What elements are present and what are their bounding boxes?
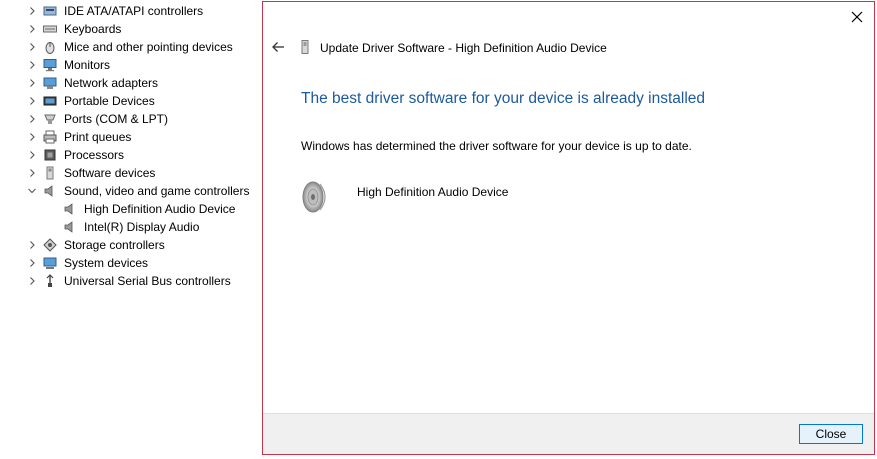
tree-item-label: Storage controllers (64, 238, 165, 252)
audio-device-speaker-icon (302, 181, 326, 213)
chevron-right-icon[interactable] (26, 56, 38, 74)
tree-item-label: Network adapters (64, 76, 159, 90)
tree-item-label: Keyboards (64, 22, 122, 36)
speaker-icon (64, 221, 73, 233)
tree-item-label: System devices (64, 256, 149, 270)
tree-category-item[interactable]: Universal Serial Bus controllers (0, 272, 262, 290)
network-adapter-icon (43, 77, 57, 89)
usb-icon (46, 274, 54, 287)
mouse-icon (45, 42, 55, 54)
monitor-icon (43, 59, 57, 72)
tree-item-label: IDE ATA/ATAPI controllers (64, 4, 204, 18)
tree-item-label: Monitors (64, 58, 111, 72)
speaker-icon (44, 185, 53, 197)
back-arrow-icon[interactable] (271, 40, 285, 54)
tree-category-item[interactable]: Keyboards (0, 20, 262, 38)
speaker-icon (64, 203, 73, 215)
device-name: High Definition Audio Device (357, 185, 509, 199)
close-icon[interactable] (850, 10, 864, 24)
chevron-right-icon[interactable] (26, 74, 38, 92)
system-device-icon (43, 257, 57, 269)
processor-icon (44, 149, 56, 161)
chevron-right-icon[interactable] (26, 2, 38, 20)
update-driver-dialog: Update Driver Software - High Definition… (262, 1, 875, 455)
tree-category-item[interactable]: Ports (COM & LPT) (0, 110, 262, 128)
tree-category-item[interactable]: IDE ATA/ATAPI controllers (0, 2, 262, 20)
tree-child-item[interactable]: High Definition Audio Device (0, 200, 262, 218)
device-tree: IDE ATA/ATAPI controllers Keyboards Mice a… (0, 2, 262, 290)
dialog-title: Update Driver Software - High Definition… (320, 41, 607, 55)
tree-category-item[interactable]: Print queues (0, 128, 262, 146)
chevron-right-icon[interactable] (26, 146, 38, 164)
tree-item-label: Portable Devices (64, 94, 155, 108)
chevron-right-icon[interactable] (26, 254, 38, 272)
tree-item-label: Sound, video and game controllers (64, 184, 250, 198)
chevron-down-icon[interactable] (26, 182, 38, 200)
tree-child-item[interactable]: Intel(R) Display Audio (0, 218, 262, 236)
device-tree-rows: IDE ATA/ATAPI controllers Keyboards Mice a… (0, 2, 262, 290)
tree-item-label: Print queues (64, 130, 132, 144)
tree-item-label: High Definition Audio Device (84, 202, 236, 216)
dialog-footer: Close (263, 413, 874, 454)
tree-item-label: Intel(R) Display Audio (84, 220, 200, 234)
result-headline: The best driver software for your device… (301, 90, 706, 107)
chevron-right-icon[interactable] (26, 236, 38, 254)
tree-category-item[interactable]: Software devices (0, 164, 262, 182)
tree-category-item[interactable]: Sound, video and game controllers (0, 182, 262, 200)
device-manager-icon (301, 40, 309, 54)
tree-item-label: Processors (64, 148, 125, 162)
chevron-right-icon[interactable] (26, 128, 38, 146)
tree-category-item[interactable]: Network adapters (0, 74, 262, 92)
tree-item-label: Universal Serial Bus controllers (64, 274, 231, 288)
chevron-right-icon[interactable] (26, 272, 38, 290)
tree-category-item[interactable]: Monitors (0, 56, 262, 74)
storage-controller-icon (43, 238, 57, 252)
portable-device-icon (43, 96, 57, 106)
tree-item-label: Ports (COM & LPT) (64, 112, 169, 126)
chevron-right-icon[interactable] (26, 38, 38, 56)
chevron-right-icon[interactable] (26, 92, 38, 110)
tree-category-item[interactable]: Storage controllers (0, 236, 262, 254)
ide-controller-icon (43, 6, 57, 16)
tree-category-item[interactable]: System devices (0, 254, 262, 272)
tree-category-item[interactable]: Processors (0, 146, 262, 164)
chevron-right-icon[interactable] (26, 164, 38, 182)
tree-category-item[interactable]: Portable Devices (0, 92, 262, 110)
close-button[interactable]: Close (799, 424, 863, 444)
keyboard-icon (43, 25, 57, 33)
printer-icon (43, 130, 57, 144)
chevron-right-icon[interactable] (26, 110, 38, 128)
tree-category-item[interactable]: Mice and other pointing devices (0, 38, 262, 56)
tree-item-label: Software devices (64, 166, 156, 180)
software-device-icon (46, 166, 54, 180)
tree-item-label: Mice and other pointing devices (64, 40, 233, 54)
port-icon (44, 114, 56, 124)
result-message: Windows has determined the driver softwa… (301, 139, 692, 153)
chevron-right-icon[interactable] (26, 20, 38, 38)
